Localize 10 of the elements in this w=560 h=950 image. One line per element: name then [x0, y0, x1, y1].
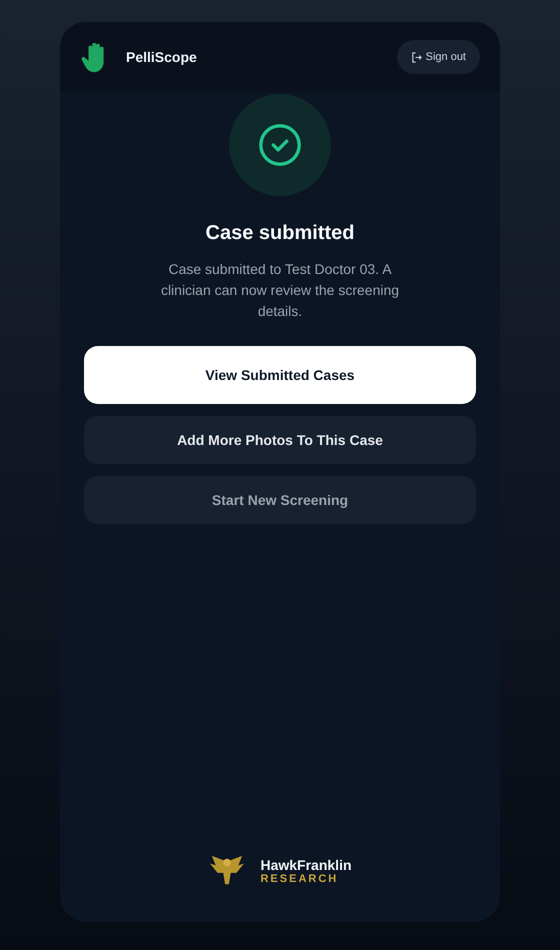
sign-out-icon [410, 52, 422, 62]
action-button[interactable]: View Submitted Cases [84, 346, 476, 404]
brand-name: PelliScope [126, 49, 197, 65]
status-message: Case submitted to Test Doctor 03. A clinician can now review the screening details. [160, 260, 400, 321]
status-title: Case submitted [206, 222, 354, 245]
company-tagline: RESEARCH [260, 873, 340, 885]
company-name: HawkFranklin [260, 857, 352, 873]
check-circle-icon [257, 122, 303, 168]
sign-out-button[interactable]: Sign out [396, 40, 480, 74]
action-button[interactable]: Add More Photos To This Case [84, 416, 476, 464]
